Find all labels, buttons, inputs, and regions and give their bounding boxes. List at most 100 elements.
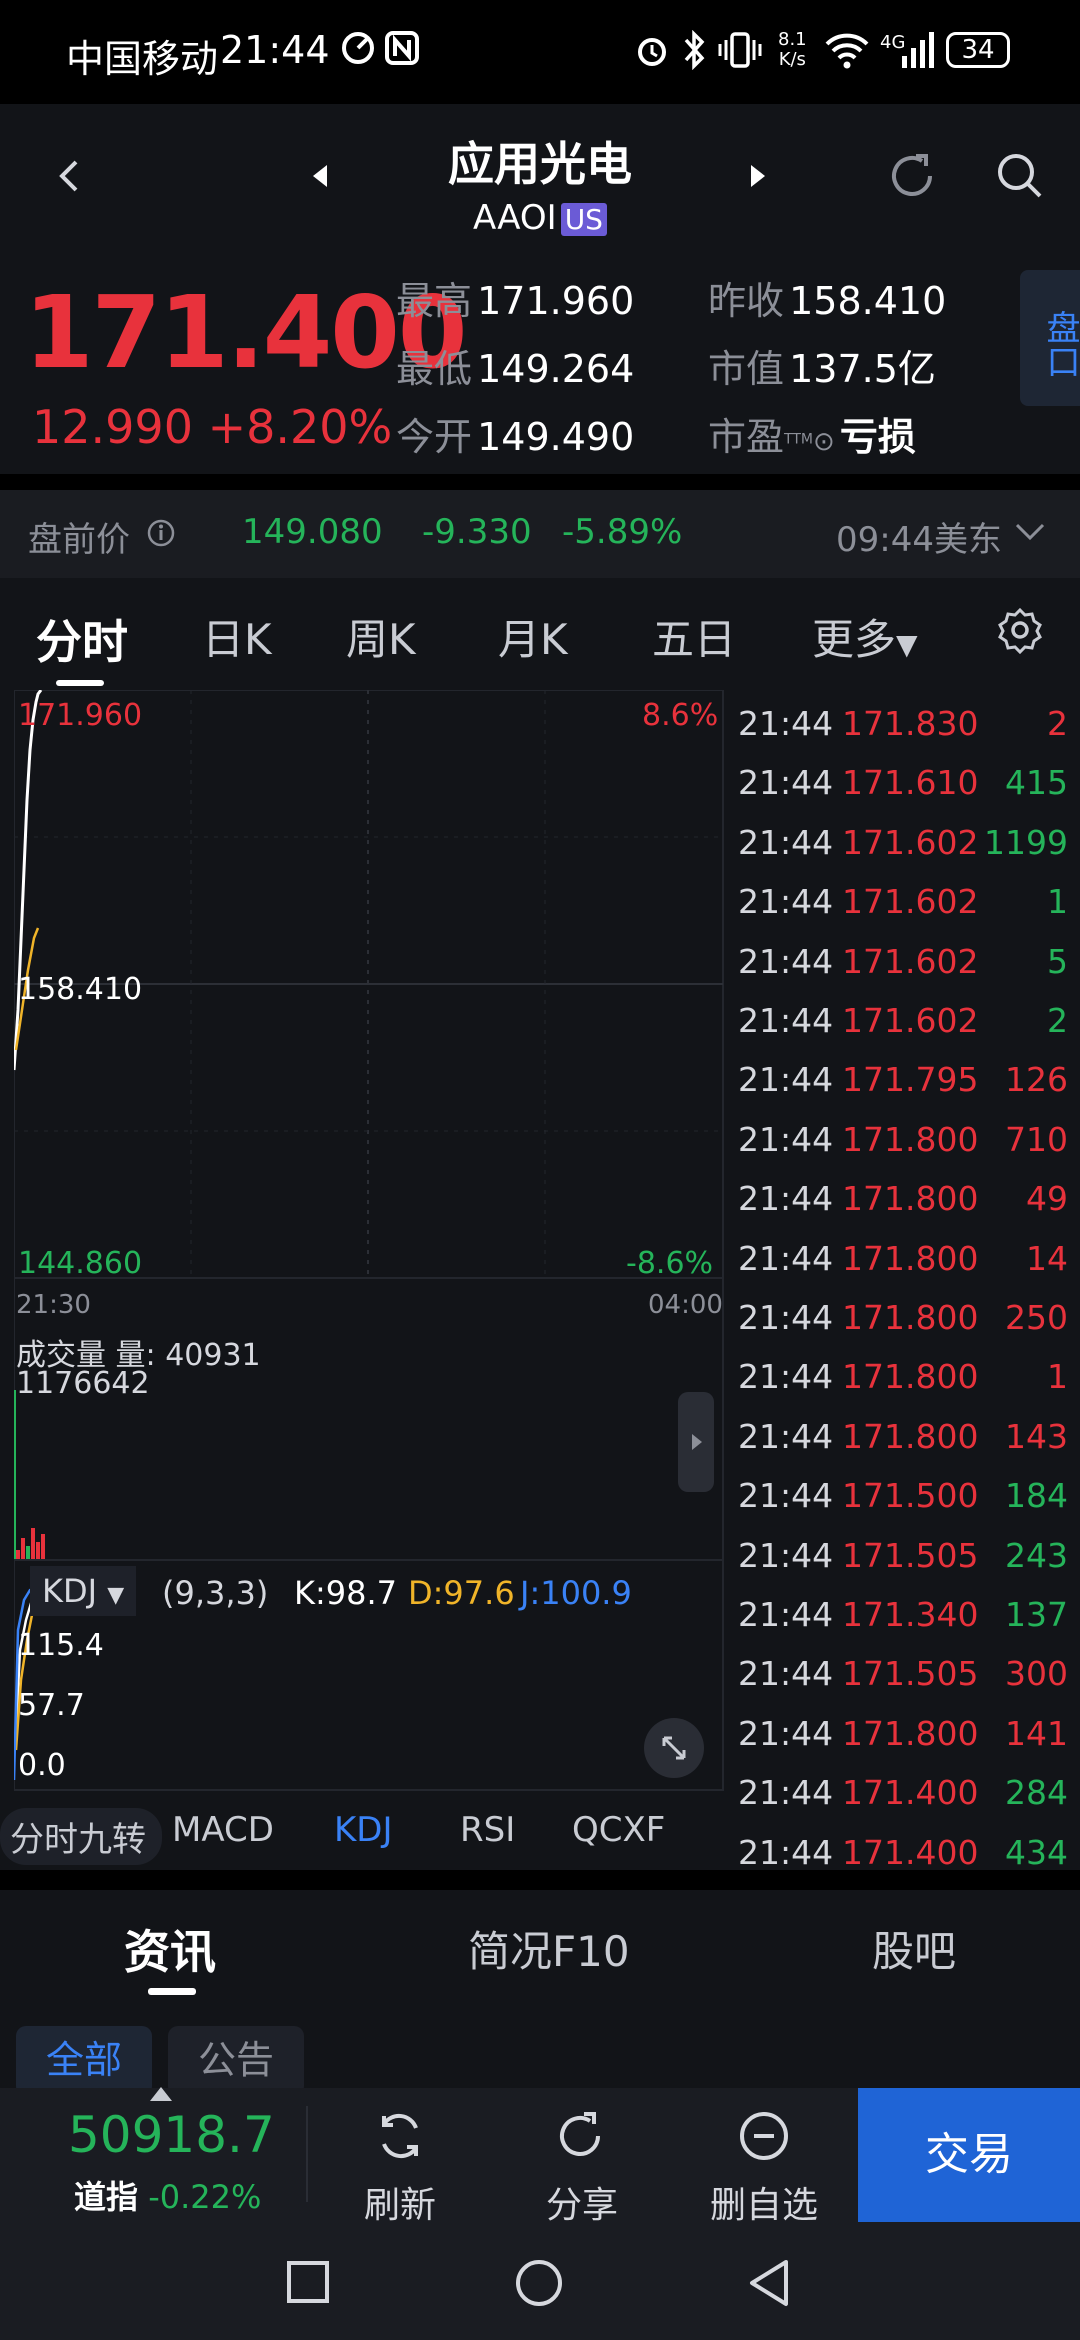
triangle-right-icon	[751, 165, 765, 187]
play-icon	[692, 1434, 702, 1450]
trade-row: 21:44 171.795 126	[728, 1050, 1080, 1109]
refresh-icon	[892, 154, 932, 196]
trade-price: 171.800	[842, 1357, 979, 1397]
index-value[interactable]: 50918.7	[68, 2106, 275, 2164]
chart-top-price: 171.960	[18, 698, 143, 733]
tab-intraday[interactable]: 分时	[36, 606, 128, 672]
tab-nine-turn[interactable]: 分时九转	[0, 1808, 162, 1865]
trade-time: 21:44	[738, 1001, 834, 1040]
trade-row: 21:44 171.800 143	[728, 1407, 1080, 1466]
chevron-left-icon	[59, 160, 78, 192]
stock-name: 应用光电	[448, 137, 632, 191]
order-book-tab[interactable]: 盘口	[1020, 270, 1080, 406]
tab-five-day[interactable]: 五日	[652, 606, 736, 667]
caret-down-icon: ▼	[896, 628, 918, 661]
tab-monthly-k[interactable]: 月K	[498, 606, 568, 667]
trade-time: 21:44	[738, 1773, 834, 1813]
trade-price: 171.400	[842, 1832, 979, 1872]
premarket-price: 149.080	[242, 512, 383, 552]
tab-forum[interactable]: 股吧	[872, 1918, 956, 1979]
tab-qcxf[interactable]: QCXF	[572, 1810, 665, 1850]
tab-profile-f10[interactable]: 简况F10	[468, 1918, 630, 1979]
info-section: 资讯 简况F10 股吧 全部 公告	[0, 1890, 1080, 2096]
index-info[interactable]: 道指 -0.22%	[74, 2172, 261, 2218]
trade-volume: 1	[1047, 882, 1068, 922]
stat-pe[interactable]: 市盈TTM⊙ 亏损	[708, 406, 916, 461]
trade-volume: 250	[1005, 1298, 1068, 1337]
stat-market-cap: 市值 137.5亿	[708, 347, 936, 391]
trade-volume: 1199	[984, 822, 1068, 862]
trade-price: 171.602	[842, 1001, 979, 1040]
nfc-icon	[384, 30, 420, 70]
trade-price: 171.505	[842, 1535, 979, 1575]
search-button[interactable]	[980, 136, 1060, 216]
kdj-selector[interactable]: KDJ ▼	[30, 1566, 137, 1616]
trade-price: 171.602	[842, 882, 979, 922]
tab-more[interactable]: 更多▼	[812, 606, 918, 667]
chevron-down-icon[interactable]	[1014, 520, 1046, 548]
back-button[interactable]	[30, 136, 110, 216]
trade-row: 21:44 171.610 415	[728, 753, 1080, 812]
trade-row: 21:44 171.602 1199	[728, 813, 1080, 872]
active-info-tab-indicator	[148, 1988, 196, 1995]
trade-time: 21:44	[738, 1476, 834, 1516]
tab-rsi[interactable]: RSI	[460, 1810, 515, 1850]
premarket-bar[interactable]: 盘前价 149.080 -9.330 -5.89% 09:44美东	[0, 490, 1080, 578]
premarket-change-pct: -5.89%	[562, 512, 683, 552]
trade-time: 21:44	[738, 882, 834, 922]
prev-stock-button[interactable]	[280, 136, 360, 216]
refresh-button[interactable]: 刷新	[320, 2108, 480, 2228]
gear-icon	[998, 607, 1042, 655]
tab-daily-k[interactable]: 日K	[202, 606, 272, 667]
trade-button[interactable]: 交易	[858, 2088, 1080, 2222]
home-button[interactable]	[514, 2258, 564, 2312]
ticker: AAOI	[473, 198, 557, 238]
share-button[interactable]: 分享	[502, 2108, 662, 2228]
trade-price: 171.830	[842, 704, 979, 743]
tab-macd[interactable]: MACD	[172, 1810, 274, 1850]
refresh-header-button[interactable]	[872, 136, 952, 216]
trade-row: 21:44 171.800 49	[728, 1169, 1080, 1228]
back-nav-button[interactable]	[746, 2258, 792, 2312]
chart-bottom-pct: -8.6%	[626, 1246, 714, 1281]
kdj-level-mid: 57.7	[18, 1688, 85, 1723]
trade-row: 21:44 171.505 243	[728, 1526, 1080, 1585]
triangle-left-icon	[313, 165, 327, 187]
trade-time: 21:44	[738, 1535, 834, 1575]
remove-watchlist-button[interactable]: 删自选	[684, 2108, 844, 2228]
recents-button[interactable]	[286, 2260, 330, 2308]
trade-row: 21:44 171.830 2	[728, 694, 1080, 753]
stock-title: 应用光电 AAOI US	[380, 128, 700, 238]
tab-kdj[interactable]: KDJ	[334, 1810, 393, 1850]
settings-button[interactable]	[996, 606, 1044, 658]
trade-row: 21:44 171.800 14	[728, 1229, 1080, 1288]
chart-top-pct: 8.6%	[642, 698, 719, 733]
bluetooth-icon	[680, 29, 708, 74]
filter-announcements[interactable]: 公告	[168, 2026, 304, 2096]
tab-weekly-k[interactable]: 周K	[346, 606, 416, 667]
trade-price: 171.400	[842, 1773, 979, 1813]
trade-row: 21:44 171.602 5	[728, 932, 1080, 991]
trade-volume: 141	[1005, 1713, 1068, 1753]
trade-volume: 126	[1005, 1060, 1068, 1100]
trade-row: 21:44 171.400 284	[728, 1763, 1080, 1822]
trade-time: 21:44	[738, 704, 834, 743]
trade-time: 21:44	[738, 1713, 834, 1753]
stat-open: 今开 149.490	[396, 415, 635, 459]
trade-ticker-list[interactable]: 21:44 171.830 2 21:44 171.610 415 21:44 171.602…	[728, 690, 1080, 1872]
kdj-d: D:97.6	[408, 1574, 515, 1612]
trade-time: 21:44	[738, 763, 834, 803]
filter-all[interactable]: 全部	[16, 2026, 152, 2096]
expand-trades-handle[interactable]	[678, 1392, 714, 1492]
chart-bottom-price: 144.860	[18, 1246, 143, 1281]
fullscreen-button[interactable]	[644, 1718, 704, 1778]
tab-news[interactable]: 资讯	[124, 1916, 216, 1982]
info-icon[interactable]	[146, 518, 176, 552]
trade-volume: 49	[1026, 1179, 1068, 1219]
trade-time: 21:44	[738, 1832, 834, 1872]
trade-time: 21:44	[738, 1179, 834, 1219]
time-end: 04:00	[648, 1290, 723, 1320]
status-bar: 中国移动 21:44 8.1 K/s 4G 34	[0, 0, 1080, 104]
next-stock-button[interactable]	[718, 136, 798, 216]
stat-low: 最低 149.264	[396, 347, 635, 391]
